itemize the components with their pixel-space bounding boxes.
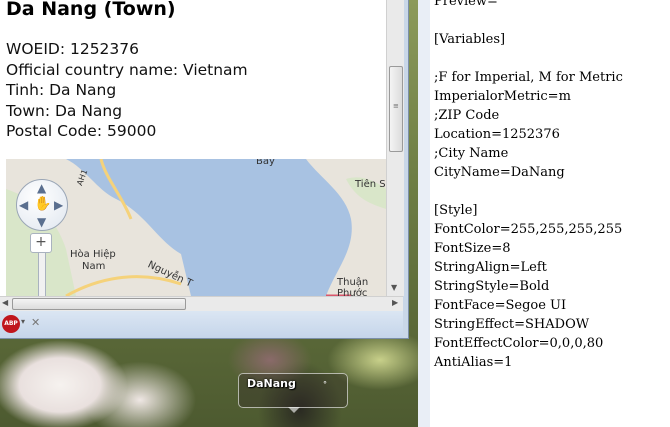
close-icon[interactable]: ✕ [31, 316, 40, 329]
scroll-down-arrow-icon[interactable]: ▼ [391, 283, 397, 292]
vertical-scrollbar[interactable]: ≡ ▼ [386, 0, 404, 296]
editor-line: StringEffect=SHADOW [434, 317, 590, 332]
editor-lines: Preview= [Variables] ;F for Imperial, M … [434, 0, 623, 372]
editor-line: ;ZIP Code [434, 108, 500, 123]
editor-line: StringAlign=Left [434, 260, 547, 275]
info-province: Tinh: Da Nang [6, 81, 117, 100]
location-info: WOEID: 1252376 Official country name: Vi… [6, 39, 248, 142]
pan-down-icon[interactable]: ▼ [37, 215, 46, 229]
map-label-nam: Nam [82, 261, 106, 272]
editor-line: [Style] [434, 203, 478, 218]
scroll-left-arrow-icon[interactable]: ◀ [2, 298, 8, 307]
hand-icon: ✋ [34, 196, 52, 212]
pan-up-icon[interactable]: ▲ [37, 181, 46, 195]
info-country: Official country name: Vietnam [6, 60, 248, 79]
info-postal-code: Postal Code: 59000 [6, 122, 157, 141]
editor-line: FontSize=8 [434, 241, 511, 256]
editor-line: [Variables] [434, 32, 506, 47]
pan-left-icon[interactable]: ◀ [19, 198, 28, 212]
map-label-phuoc: Phước [337, 288, 368, 296]
editor-line: Location=1252376 [434, 127, 560, 142]
info-town: Town: Da Nang [6, 101, 123, 120]
map-view[interactable]: ▲ ◀ ▶ ▼ ✋ + Bay Tiên Sa Hòa Hiệp Nam Ngu… [6, 159, 386, 296]
browser-window: Da Nang (Town) WOEID: 1252376 Official c… [0, 0, 409, 339]
vertical-scroll-thumb[interactable]: ≡ [389, 66, 403, 152]
editor-line: FontColor=255,255,255,255 [434, 222, 623, 237]
weather-gadget[interactable]: DaNang ° [238, 373, 348, 413]
web-page: Da Nang (Town) WOEID: 1252376 Official c… [0, 0, 386, 296]
gadget-pointer [288, 407, 300, 413]
scroll-grip-icon: ≡ [393, 102, 399, 110]
editor-text-area[interactable]: Preview= [Variables] ;F for Imperial, M … [430, 0, 670, 427]
info-woeid: WOEID: 1252376 [6, 40, 140, 58]
text-editor-window: Preview= [Variables] ;F for Imperial, M … [418, 0, 670, 427]
page-title: Da Nang (Town) [6, 0, 176, 20]
map-label-tien-sa: Tiên Sa [355, 179, 386, 190]
adblock-icon[interactable]: ABP [2, 315, 20, 333]
editor-line: Preview= [434, 0, 498, 9]
map-pan-control[interactable]: ▲ ◀ ▶ ▼ ✋ [16, 179, 68, 231]
map-label-bay: Bay [256, 159, 275, 167]
chevron-down-icon[interactable]: ▾ [21, 317, 25, 326]
map-label-thuan: Thuận [337, 277, 369, 288]
gadget-city-name: DaNang [247, 377, 296, 390]
editor-line: ImperialorMetric=m [434, 89, 571, 104]
editor-line: AntiAlias=1 [434, 355, 513, 370]
editor-line: StringStyle=Bold [434, 279, 550, 294]
editor-line: FontFace=Segoe UI [434, 298, 567, 313]
editor-line: ;F for Imperial, M for Metric [434, 70, 623, 85]
zoom-in-button[interactable]: + [30, 233, 52, 253]
editor-line: FontEffectColor=0,0,0,80 [434, 336, 604, 351]
horizontal-scrollbar[interactable]: ◀ ▶ [0, 296, 403, 311]
scroll-right-arrow-icon[interactable]: ▶ [392, 298, 398, 307]
map-terrain [6, 159, 386, 296]
editor-line: CityName=DaNang [434, 165, 565, 180]
map-label-hoa-hiep: Hòa Hiệp [70, 249, 116, 260]
editor-line: ;City Name [434, 146, 509, 161]
pan-right-icon[interactable]: ▶ [54, 198, 63, 212]
browser-status-bar: ABP ▾ ✕ [0, 311, 403, 338]
horizontal-scroll-thumb[interactable] [12, 298, 186, 310]
gadget-degree: ° [323, 380, 327, 389]
